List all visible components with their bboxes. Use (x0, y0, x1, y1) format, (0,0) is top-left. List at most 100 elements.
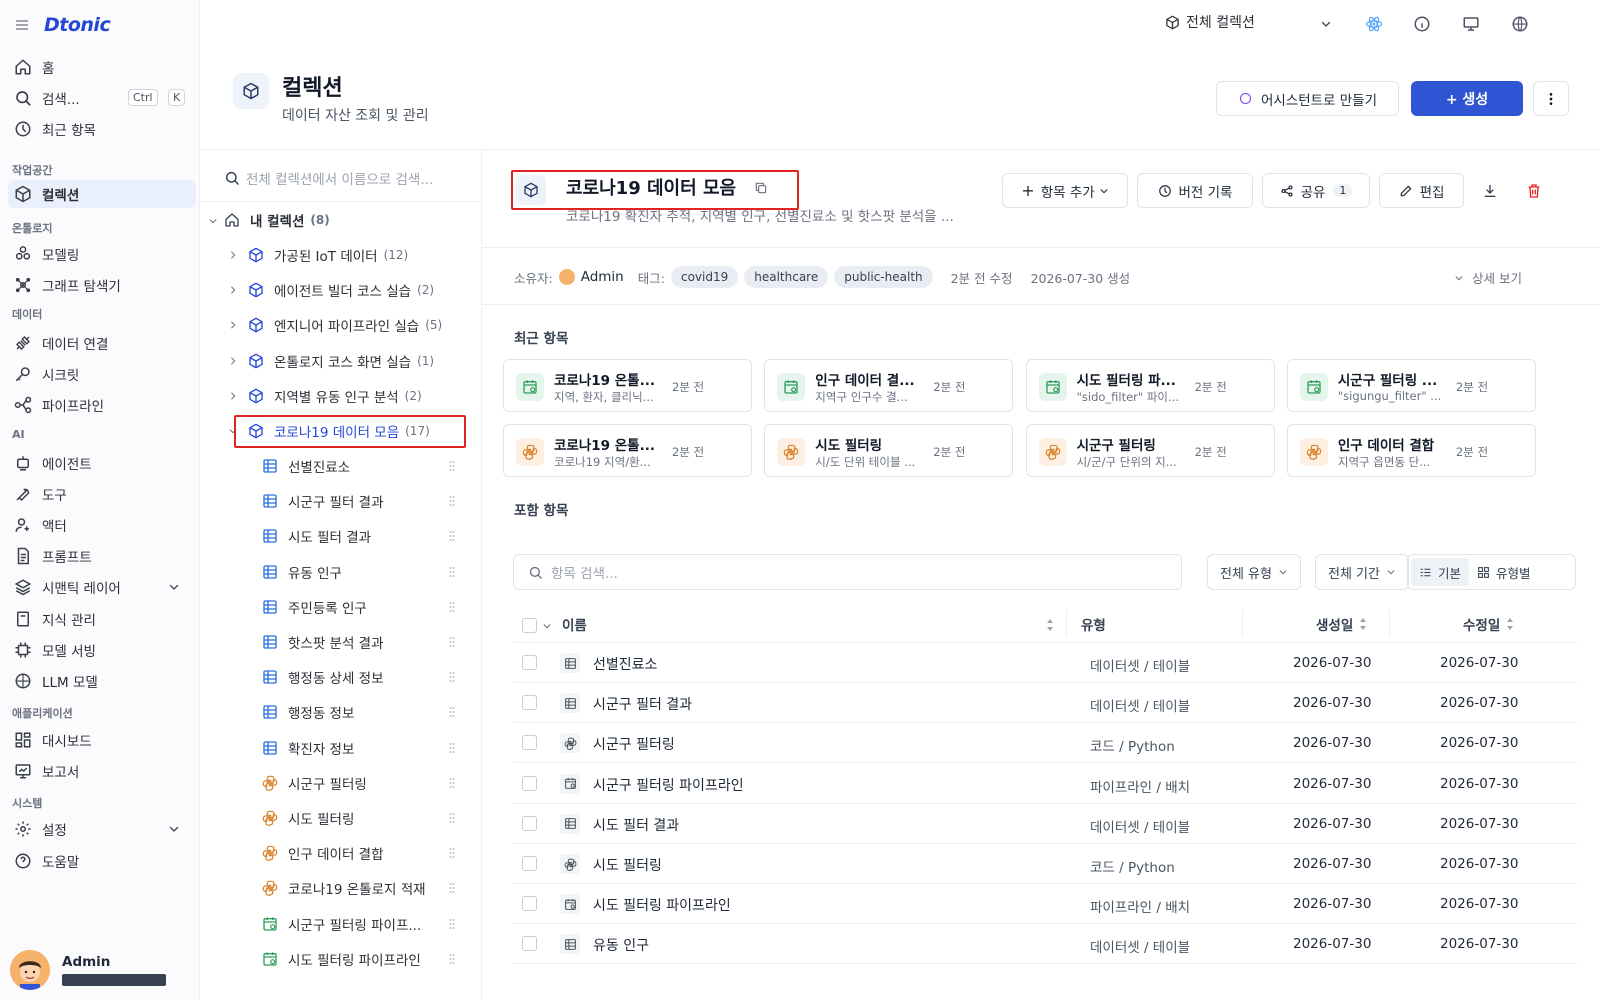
table-row[interactable]: 선별진료소 데이터셋 / 테이블 2026-07-30 2026-07-30 (513, 643, 1577, 683)
table-row[interactable]: 시도 필터링 파이프라인 파이프라인 / 배치 2026-07-30 2026-07-… (513, 884, 1577, 925)
share-button[interactable]: 공유 1 (1262, 173, 1370, 208)
details-toggle[interactable]: 상세 보기 (1454, 268, 1522, 287)
column-header-type[interactable]: 유형 (1081, 614, 1106, 634)
sidebar-item-semantic[interactable]: 시맨틱 레이어 (8, 573, 196, 601)
sidebar-item-llm[interactable]: LLM 모델 (8, 667, 196, 695)
row-checkbox[interactable] (522, 735, 537, 751)
row-checkbox[interactable] (522, 856, 537, 871)
drag-handle-icon[interactable] (449, 953, 455, 965)
sidebar-item-recent[interactable]: 최근 항목 (8, 115, 196, 143)
trash-icon[interactable] (1526, 183, 1542, 199)
sidebar-item-graph[interactable]: 그래프 탐색기 (8, 271, 196, 299)
sidebar-item-data-connection[interactable]: 데이터 연결 (8, 329, 196, 357)
column-header-created[interactable]: 생성일 (1316, 614, 1367, 634)
column-header-name[interactable]: 이름 (562, 614, 587, 634)
row-checkbox[interactable] (522, 775, 537, 791)
sidebar-item-home[interactable]: 홈 (8, 53, 196, 81)
row-name[interactable]: 시군구 필터 결과 (593, 694, 692, 714)
sidebar-item-collection[interactable]: 컬렉션 (8, 180, 196, 208)
row-checkbox[interactable] (522, 655, 537, 670)
tree-item[interactable]: 인구 데이터 결합 (262, 841, 384, 865)
row-name[interactable]: 시군구 필터링 파이프라인 (593, 775, 744, 795)
sidebar-item-search[interactable]: 검색... Ctrl K (8, 84, 196, 112)
tree-collection[interactable]: 지역별 유동 인구 분석 (2) (248, 384, 422, 408)
table-row[interactable]: 유동 인구 데이터셋 / 테이블 2026-07-30 2026-07-30 (513, 924, 1577, 965)
add-item-button[interactable]: + 항목 추가 (1002, 173, 1128, 208)
row-checkbox[interactable] (522, 815, 537, 831)
chevron-right-icon[interactable] (228, 356, 238, 366)
table-row[interactable]: 시군구 필터 결과 데이터셋 / 테이블 2026-07-30 2026-07-30 (513, 683, 1577, 724)
sidebar-item-report[interactable]: 보고서 (8, 757, 196, 785)
sidebar-item-serving[interactable]: 모델 서빙 (8, 636, 196, 664)
create-button[interactable]: + 생성 (1411, 81, 1523, 116)
tag-chip[interactable]: covid19 (670, 266, 739, 288)
monitor-icon[interactable] (1462, 15, 1480, 33)
drag-handle-icon[interactable] (449, 847, 455, 859)
recent-item-card[interactable]: 시군구 필터링 시/군/구 단위의 지... 2분 전 (1025, 423, 1275, 477)
drag-handle-icon[interactable] (449, 460, 455, 472)
edit-button[interactable]: 편집 (1379, 173, 1464, 208)
row-name[interactable]: 시도 필터 결과 (593, 815, 679, 835)
collection-selector[interactable]: 전체 컬렉션 (1165, 12, 1255, 32)
tree-root[interactable]: 내 컬렉션 (8) (224, 208, 330, 232)
tree-item[interactable]: 확진자 정보 (262, 736, 354, 760)
globe-icon[interactable] (1511, 15, 1529, 33)
tree-item[interactable]: 시군구 필터링 파이프... (262, 912, 421, 936)
sidebar-item-prompt[interactable]: 프롬프트 (8, 542, 196, 570)
tree-collection[interactable]: 가공된 IoT 데이터 (12) (248, 243, 408, 267)
table-row[interactable]: 시도 필터 결과 데이터셋 / 테이블 2026-07-30 2026-07-30 (513, 804, 1577, 844)
sidebar-item-tool[interactable]: 도구 (8, 480, 196, 508)
react-icon[interactable] (1365, 15, 1383, 33)
version-history-button[interactable]: 버전 기록 (1137, 173, 1253, 208)
table-row[interactable]: 시군구 필터링 코드 / Python 2026-07-30 2026-07-30 (513, 723, 1577, 764)
tree-item[interactable]: 시군구 필터링 (262, 771, 367, 795)
row-name[interactable]: 시도 필터링 (593, 855, 662, 875)
type-filter-dropdown[interactable]: 전체 유형 (1207, 554, 1301, 590)
sort-icon[interactable] (1046, 618, 1054, 632)
drag-handle-icon[interactable] (449, 777, 455, 789)
drag-handle-icon[interactable] (449, 812, 455, 824)
recent-item-card[interactable]: 시도 필터링 시/도 단위 테이블 ... 2분 전 (764, 423, 1014, 477)
sidebar-item-help[interactable]: 도움말 (8, 847, 196, 875)
tree-collection[interactable]: 에이전트 빌더 코스 실습 (2) (248, 278, 434, 302)
row-name[interactable]: 유동 인구 (593, 935, 649, 955)
chevron-down-icon[interactable] (208, 216, 218, 226)
sidebar-item-pipeline[interactable]: 파이프라인 (8, 391, 196, 419)
recent-item-card[interactable]: 인구 데이터 결합 지역구 읍면동 단... 2분 전 (1286, 423, 1536, 477)
sidebar-item-agent[interactable]: 에이전트 (8, 449, 196, 477)
drag-handle-icon[interactable] (449, 495, 455, 507)
recent-item-card[interactable]: 코로나19 온톨... 코로나19 지역/환... 2분 전 (503, 423, 752, 477)
tree-collection[interactable]: 온톨로지 코스 화면 실습 (1) (248, 349, 434, 373)
drag-handle-icon[interactable] (449, 636, 455, 648)
chevron-right-icon[interactable] (228, 285, 238, 295)
tree-item[interactable]: 행정동 정보 (262, 700, 354, 724)
column-header-modified[interactable]: 수정일 (1463, 614, 1514, 634)
drag-handle-icon[interactable] (449, 671, 455, 683)
row-checkbox[interactable] (522, 896, 537, 912)
download-icon[interactable] (1482, 183, 1498, 199)
sidebar-item-knowledge[interactable]: 지식 관리 (8, 605, 196, 633)
app-logo[interactable]: Dtonic (44, 14, 111, 36)
recent-item-card[interactable]: 코로나19 온톨... 지역, 환자, 클리닉... 2분 전 (503, 359, 752, 412)
item-search-input[interactable]: 항목 검색... (513, 554, 1182, 590)
menu-icon[interactable] (14, 17, 30, 33)
recent-item-card[interactable]: 시도 필터링 파... "sido_filter" 파이... 2분 전 (1025, 359, 1275, 412)
select-all-checkbox[interactable] (522, 618, 537, 633)
drag-handle-icon[interactable] (449, 601, 455, 613)
drag-handle-icon[interactable] (449, 530, 455, 542)
sidebar-item-settings[interactable]: 설정 (8, 815, 196, 843)
table-row[interactable]: 시도 필터링 코드 / Python 2026-07-30 2026-07-30 (513, 844, 1577, 884)
tree-collection[interactable]: 엔지니어 파이프라인 실습 (5) (248, 313, 442, 337)
sidebar-item-secret[interactable]: 시크릿 (8, 360, 196, 388)
chevron-right-icon[interactable] (228, 391, 238, 401)
tree-item[interactable]: 핫스팟 분석 결과 (262, 630, 384, 654)
chevron-right-icon[interactable] (228, 250, 238, 260)
tag-chip[interactable]: healthcare (744, 266, 829, 288)
tree-item[interactable]: 코로나19 온톨로지 적재 (262, 876, 426, 900)
row-checkbox[interactable] (522, 936, 537, 952)
tree-item[interactable]: 시도 필터링 파이프라인 (262, 947, 421, 971)
tree-item[interactable]: 선별진료소 (262, 454, 350, 478)
view-by-type-button[interactable]: 유형별 (1469, 558, 1539, 586)
tag-chip[interactable]: public-health (834, 266, 933, 288)
tree-item[interactable]: 시도 필터 결과 (262, 524, 371, 548)
